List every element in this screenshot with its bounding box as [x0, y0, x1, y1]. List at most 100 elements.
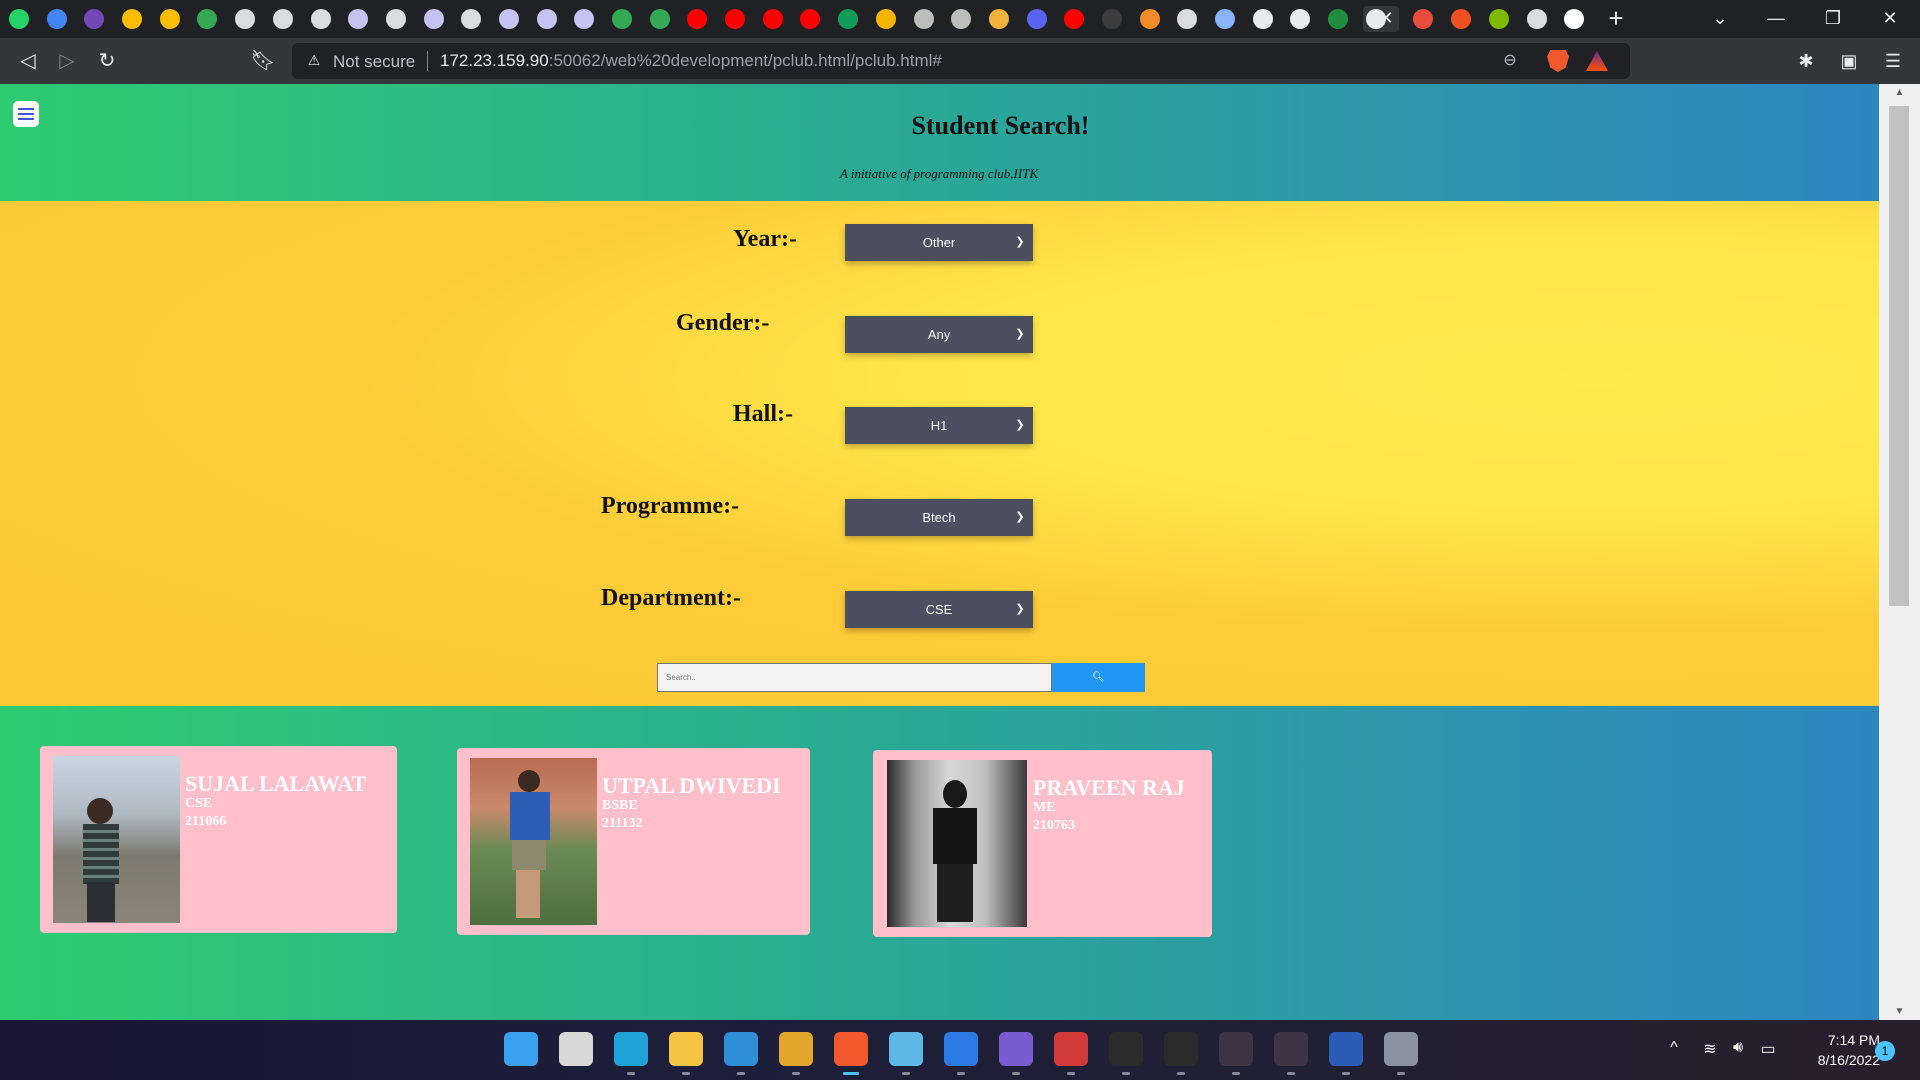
show-hidden-icons-icon[interactable]: ^	[1663, 1039, 1685, 1057]
youtube-icon[interactable]	[684, 6, 710, 32]
terminal-icon[interactable]	[1164, 1032, 1198, 1066]
terminal-icon[interactable]	[1109, 1032, 1143, 1066]
search-input[interactable]	[658, 664, 1051, 691]
h-app-icon[interactable]	[944, 1032, 978, 1066]
youtube-icon[interactable]	[1061, 6, 1087, 32]
new-tab-button[interactable]: +	[1602, 4, 1630, 32]
windows-start-icon[interactable]	[504, 1032, 538, 1066]
wifi-icon[interactable]: ≋	[1699, 1039, 1721, 1059]
github-icon[interactable]	[1561, 6, 1587, 32]
volume-icon[interactable]: 🔊︎	[1727, 1039, 1749, 1057]
bookmark-icon[interactable]: 🔖︎	[248, 46, 278, 76]
docs-icon[interactable]	[44, 6, 70, 32]
youtube-icon[interactable]	[797, 6, 823, 32]
address-bar[interactable]: ⚠ Not secure 172.23.159.90:50062/web%20d…	[292, 43, 1630, 79]
youtube-icon[interactable]	[722, 6, 748, 32]
search-button[interactable]: 🔍︎	[1052, 663, 1145, 692]
box-download-icon[interactable]	[1325, 6, 1351, 32]
settings-icon[interactable]	[1384, 1032, 1418, 1066]
globe-icon[interactable]	[270, 6, 296, 32]
globe-icon[interactable]	[232, 6, 258, 32]
cc-icon[interactable]	[948, 6, 974, 32]
forward-button[interactable]: ▷	[52, 46, 82, 76]
notification-badge[interactable]: 1	[1875, 1041, 1895, 1061]
clock[interactable]: 7:14 PM 8/16/2022	[1790, 1030, 1880, 1070]
drive-icon[interactable]	[647, 6, 673, 32]
bug-icon[interactable]	[1099, 6, 1125, 32]
close-tab-icon[interactable]: ✕	[1376, 8, 1396, 28]
notepad-icon[interactable]	[889, 1032, 923, 1066]
shield-icon[interactable]	[1250, 6, 1276, 32]
word-icon[interactable]	[1329, 1032, 1363, 1066]
search-field[interactable]	[657, 663, 1052, 692]
youtube-icon[interactable]	[760, 6, 786, 32]
microsoft-icon[interactable]	[1448, 6, 1474, 32]
extensions-icon[interactable]: ✱	[1795, 50, 1817, 72]
bug-icon[interactable]	[1274, 1032, 1308, 1066]
file-explorer-icon[interactable]	[669, 1032, 703, 1066]
bug-icon[interactable]	[1219, 1032, 1253, 1066]
forms-icon[interactable]	[81, 6, 107, 32]
search-icon[interactable]	[559, 1032, 593, 1066]
department-select[interactable]: CSE ❯	[845, 591, 1033, 628]
restore-button[interactable]: ❐	[1813, 4, 1853, 32]
brave-shields-icon[interactable]	[1547, 50, 1569, 72]
shield-red-icon[interactable]	[1410, 6, 1436, 32]
chevron-down-icon: ❯	[1015, 603, 1025, 615]
page-icon[interactable]	[345, 6, 371, 32]
gear-icon[interactable]	[1212, 6, 1238, 32]
brave-rewards-icon[interactable]	[1586, 51, 1608, 71]
globe-color-icon[interactable]	[986, 6, 1012, 32]
wallet-icon[interactable]: ▣	[1838, 50, 1860, 72]
scroll-thumb[interactable]	[1889, 106, 1909, 606]
hall-select[interactable]: H1 ❯	[845, 407, 1033, 444]
gender-select[interactable]: Any ❯	[845, 316, 1033, 353]
back-button[interactable]: ◁	[13, 46, 43, 76]
student-card[interactable]: PRAVEEN RAJ ME 210763	[873, 750, 1212, 937]
scroll-up-arrow-icon[interactable]: ▲	[1879, 84, 1920, 101]
reload-button[interactable]: ↻	[92, 46, 122, 76]
programme-select[interactable]: Btech ❯	[845, 499, 1033, 536]
diamond-icon[interactable]	[1137, 6, 1163, 32]
year-select[interactable]: Other ❯	[845, 224, 1033, 261]
drive-icon[interactable]	[194, 6, 220, 32]
globe-icon[interactable]	[1524, 6, 1550, 32]
page-icon[interactable]	[571, 6, 597, 32]
drive-icon[interactable]	[157, 6, 183, 32]
drive-icon[interactable]	[119, 6, 145, 32]
student-card[interactable]: SUJAL LALAWAT CSE 211066	[40, 746, 397, 933]
whatsapp-icon[interactable]	[6, 6, 32, 32]
close-window-button[interactable]: ✕	[1870, 4, 1910, 32]
sheets-plus-icon[interactable]	[835, 6, 861, 32]
minimize-button[interactable]: —	[1756, 4, 1796, 32]
url-text[interactable]: 172.23.159.90:50062/web%20development/pc…	[440, 51, 942, 71]
page-icon[interactable]	[421, 6, 447, 32]
microsoft-icon[interactable]	[1486, 6, 1512, 32]
globe-icon[interactable]	[308, 6, 334, 32]
photos-icon[interactable]	[999, 1032, 1033, 1066]
zoom-icon[interactable]: ⊖	[1500, 51, 1520, 71]
scroll-down-arrow-icon[interactable]: ▼	[1879, 1003, 1920, 1020]
menu-icon[interactable]: ☰	[1882, 50, 1904, 72]
vertical-scrollbar[interactable]: ▲ ▼	[1879, 84, 1920, 1020]
download-icon[interactable]	[1287, 6, 1313, 32]
page-icon[interactable]	[496, 6, 522, 32]
brave-icon[interactable]	[834, 1032, 868, 1066]
in-icon[interactable]	[873, 6, 899, 32]
security-label[interactable]: Not secure	[333, 52, 415, 72]
globe-icon[interactable]	[383, 6, 409, 32]
edge-icon[interactable]	[614, 1032, 648, 1066]
tab-search-chevron-icon[interactable]: ⌄	[1700, 4, 1740, 32]
media-app-icon[interactable]	[1054, 1032, 1088, 1066]
chrome-icon[interactable]	[779, 1032, 813, 1066]
page-icon[interactable]	[534, 6, 560, 32]
cc-icon[interactable]	[911, 6, 937, 32]
copilot-icon[interactable]	[1024, 6, 1050, 32]
globe-icon[interactable]	[458, 6, 484, 32]
vscode-icon[interactable]	[724, 1032, 758, 1066]
globe-icon[interactable]	[1174, 6, 1200, 32]
student-card[interactable]: UTPAL DWIVEDI BSBE 211132	[457, 748, 810, 935]
drive-icon-glyph	[159, 9, 180, 29]
battery-icon[interactable]: ▭	[1757, 1039, 1779, 1059]
drive-icon[interactable]	[609, 6, 635, 32]
